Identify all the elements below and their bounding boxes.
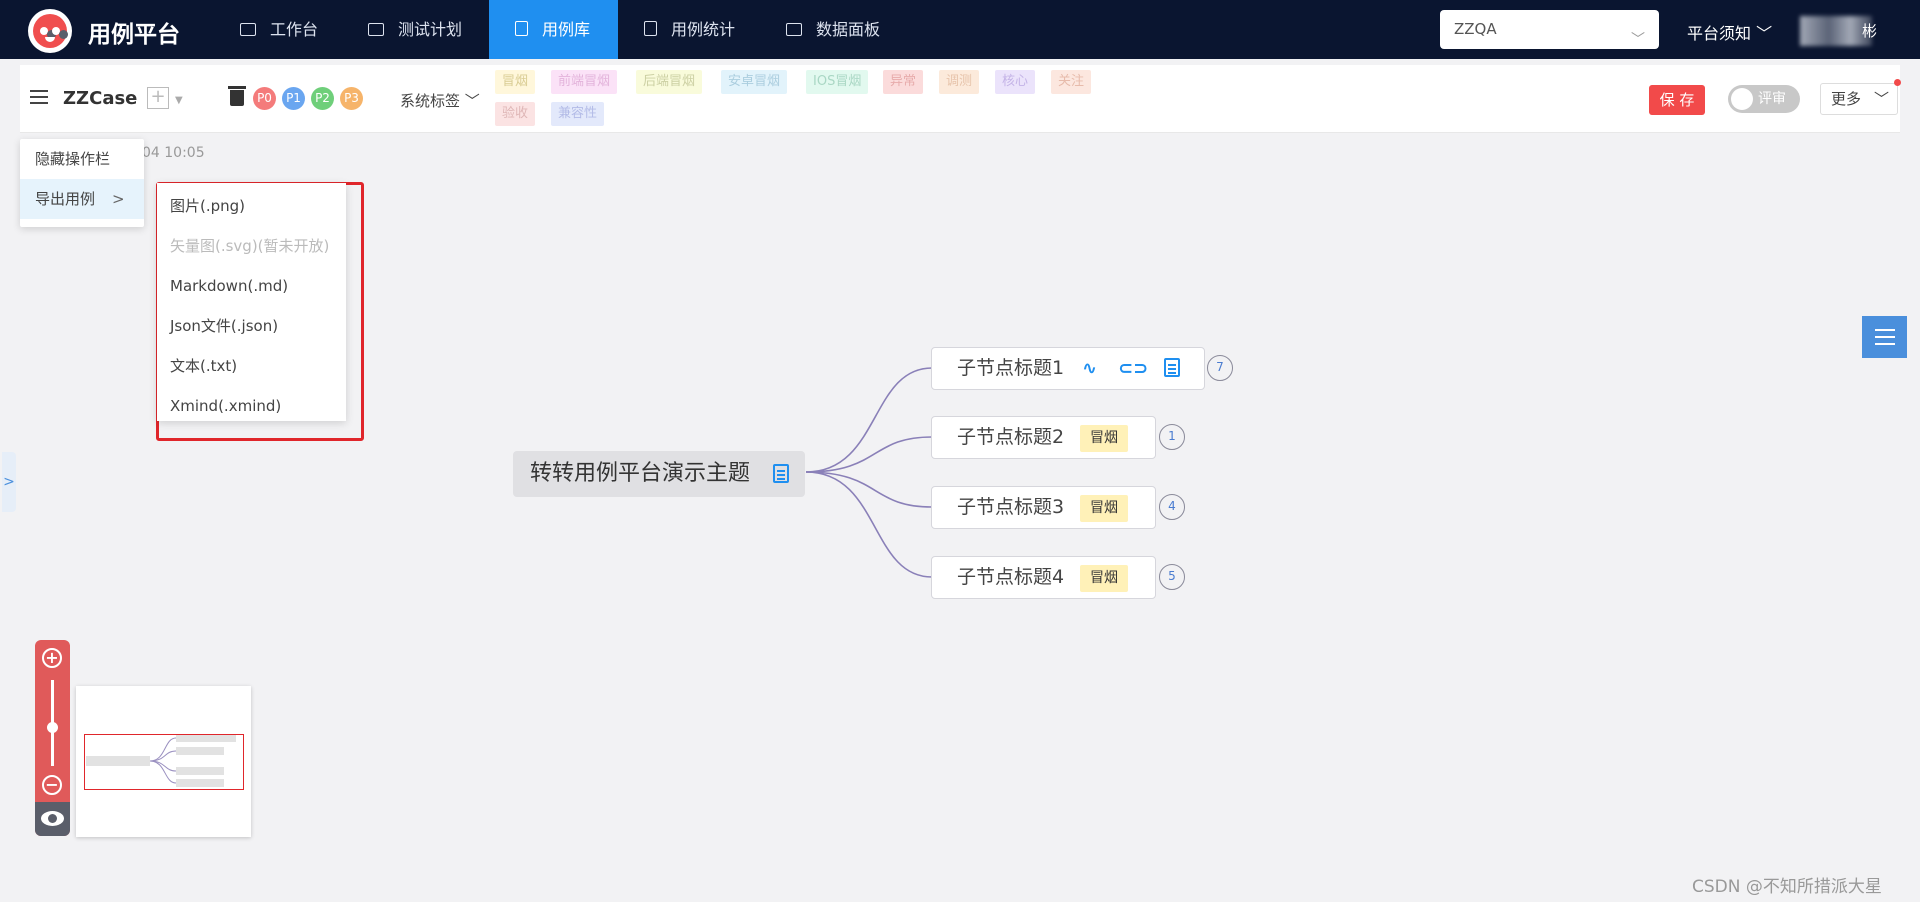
menu-item-hide-toolbar[interactable]: 隐藏操作栏 [20,139,144,179]
zoom-out-button[interactable]: − [42,775,62,795]
export-json[interactable]: Json文件(.json) [157,306,346,346]
menu-icon [1875,329,1895,345]
menu-item-export-cases[interactable]: 导出用例 > [20,179,144,219]
eye-icon [41,811,64,826]
mindmap-child-node-4[interactable]: 子节点标题4 冒烟 [931,556,1156,599]
operation-menu: 隐藏操作栏 导出用例 > [20,139,144,227]
smoke-tag: 冒烟 [1080,495,1128,522]
flow-icon[interactable]: ∿ [1082,348,1097,389]
note-icon[interactable] [773,464,789,483]
mindmap-child-node-3[interactable]: 子节点标题3 冒烟 [931,486,1156,529]
child-count-badge[interactable]: 7 [1207,355,1233,381]
child-count-badge[interactable]: 5 [1159,564,1185,590]
watermark-text: CSDN @不知所措派大星 [1692,877,1882,897]
export-png[interactable]: 图片(.png) [157,186,346,226]
toggle-minimap-button[interactable] [35,802,70,836]
viewport-frame[interactable] [84,734,244,790]
export-svg: 矢量图(.svg)(暂未开放) [170,237,330,255]
zoom-control: + − [35,640,70,836]
chevron-right-icon: > [112,190,125,208]
export-txt[interactable]: 文本(.txt) [157,346,346,386]
smoke-tag: 冒烟 [1080,565,1128,592]
note-icon[interactable] [1164,358,1180,377]
mindmap-child-node-1[interactable]: 子节点标题1 ∿ ⊂⊃ [931,347,1205,390]
mindmap-child-node-2[interactable]: 子节点标题2 冒烟 [931,416,1156,459]
export-markdown[interactable]: Markdown(.md) [157,266,346,306]
zoom-slider-handle[interactable] [47,722,58,733]
zoom-in-button[interactable]: + [42,648,62,668]
expand-sidebar-button[interactable]: > [2,452,16,512]
child-count-badge[interactable]: 1 [1159,424,1185,450]
minimap[interactable] [76,686,251,837]
export-submenu: 图片(.png) 矢量图(.svg)(暂未开放) Markdown(.md) J… [157,183,346,421]
smoke-tag: 冒烟 [1080,425,1128,452]
link-icon[interactable]: ⊂⊃ [1118,348,1148,389]
export-xmind[interactable]: Xmind(.xmind) [157,386,346,426]
mindmap-root-node[interactable]: 转转用例平台演示主题 [513,451,805,497]
child-count-badge[interactable]: 4 [1159,494,1185,520]
outline-panel-button[interactable] [1862,316,1907,358]
chevron-right-icon: > [3,474,15,490]
